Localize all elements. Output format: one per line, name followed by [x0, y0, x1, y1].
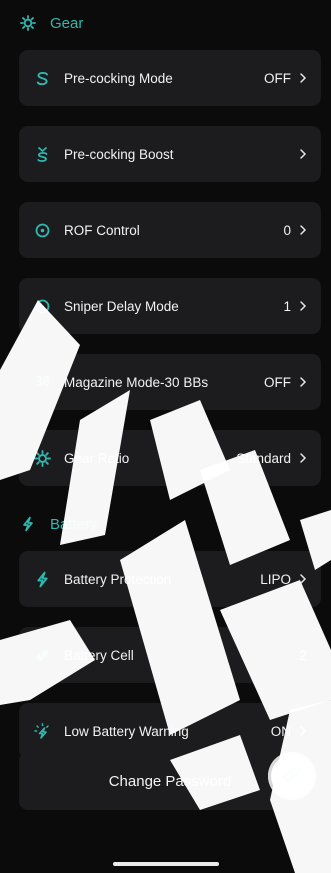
label-sniper-delay-mode: Sniper Delay Mode [64, 298, 179, 314]
chevron-right-icon [299, 452, 307, 464]
label-gear-ratio: Gear Ratio [64, 450, 130, 466]
home-indicator [113, 862, 219, 866]
gear-icon [34, 449, 51, 467]
chevron-right-icon [299, 573, 307, 585]
row-low-battery-warning[interactable]: Low Battery Warning ON [19, 703, 321, 759]
gear-icon [20, 15, 36, 31]
change-password-label: Change Password [108, 772, 232, 790]
value-low-battery-warning: ON [270, 723, 291, 739]
section-title-gear: Gear [50, 14, 84, 32]
bullet-icon [280, 762, 304, 791]
label-low-battery-warning: Low Battery Warning [64, 723, 189, 739]
section-header-battery: Battery [20, 509, 98, 539]
magazine-30-icon: 30 [35, 374, 50, 390]
label-precocking-mode: Pre-cocking Mode [64, 70, 173, 86]
value-gear-ratio: Standard [236, 450, 291, 466]
row-gear-ratio[interactable]: Gear Ratio Standard [19, 430, 321, 486]
boost-icon [34, 146, 51, 163]
label-rof-control: ROF Control [64, 222, 140, 238]
section-header-gear: Gear [20, 8, 83, 38]
row-precocking-mode[interactable]: Pre-cocking Mode OFF [19, 50, 321, 106]
lightning-icon [20, 516, 36, 532]
warning-bolt-icon [34, 722, 51, 740]
chevron-right-icon [299, 72, 307, 84]
chevron-right-icon [299, 224, 307, 236]
row-sniper-delay-mode[interactable]: Sniper Delay Mode 1 [19, 278, 321, 334]
chevron-right-icon [299, 725, 307, 737]
row-rof-control[interactable]: ROF Control 0 [19, 202, 321, 258]
value-sniper-delay-mode: 1 [283, 298, 291, 314]
chevron-right-icon [299, 300, 307, 312]
battery-cell-icon [34, 647, 51, 664]
value-battery-cell: 2 [299, 647, 307, 663]
label-battery-protection: Battery Protection [64, 571, 172, 587]
value-battery-protection: LIPO [260, 571, 291, 587]
value-magazine-mode: OFF [264, 374, 291, 390]
row-precocking-boost[interactable]: Pre-cocking Boost [19, 126, 321, 182]
row-battery-protection[interactable]: Battery Protection LIPO [19, 551, 321, 607]
value-precocking-mode: OFF [264, 70, 291, 86]
label-battery-cell: Battery Cell [64, 647, 134, 663]
s-curve-icon [34, 70, 51, 87]
no-symbol-icon [34, 298, 51, 315]
section-title-battery: Battery [50, 515, 98, 533]
label-magazine-mode: Magazine Mode-30 BBs [64, 374, 209, 390]
chevron-right-icon [299, 376, 307, 388]
value-rof-control: 0 [283, 222, 291, 238]
chevron-right-icon [299, 148, 307, 160]
label-precocking-boost: Pre-cocking Boost [64, 146, 174, 162]
settings-screen: Gear Pre-cocking Mode OFF Pre-cocking Bo… [0, 0, 331, 873]
floating-action-button[interactable] [268, 752, 316, 800]
target-icon [34, 222, 51, 239]
row-battery-cell[interactable]: Battery Cell 2 [19, 627, 321, 683]
row-magazine-mode[interactable]: 30 Magazine Mode-30 BBs OFF [19, 354, 321, 410]
lightning-icon [34, 571, 51, 588]
